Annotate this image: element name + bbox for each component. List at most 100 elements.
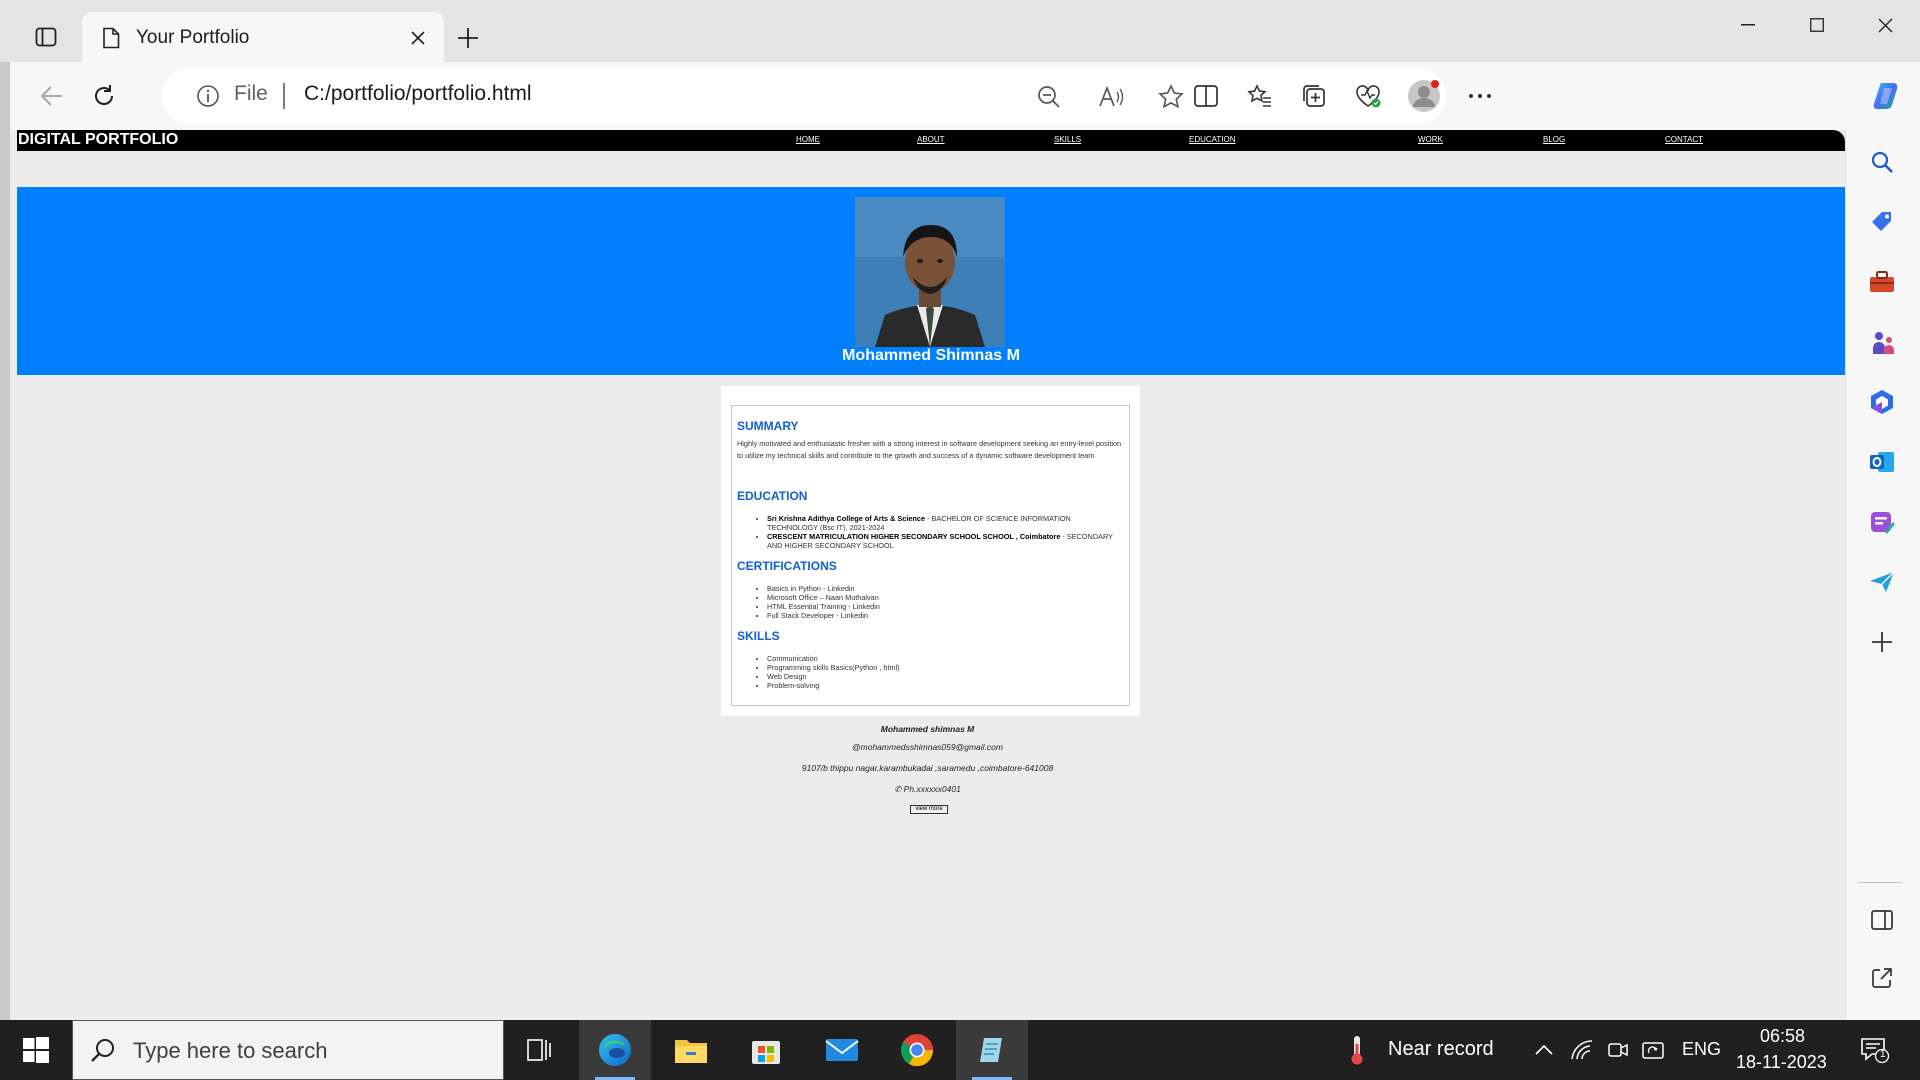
summary-text: Highly motivated and enthusiastic freshe…	[737, 439, 1122, 460]
tab-actions-icon[interactable]	[30, 22, 62, 52]
hero-banner: Mohammed Shimnas M	[17, 187, 1845, 375]
show-hidden-icons-chevron-icon[interactable]	[1530, 1036, 1558, 1064]
hero-name: Mohammed Shimnas M	[842, 347, 1020, 364]
browser-tab[interactable]: Your Portfolio	[82, 12, 444, 64]
skill-item: Communication	[767, 654, 1122, 663]
nav-link-contact[interactable]: CONTACT	[1665, 135, 1703, 144]
certification-item: Basics in Python - Linkedin	[767, 584, 1122, 593]
close-window-icon[interactable]	[1851, 0, 1920, 50]
windows-start-icon[interactable]	[0, 1020, 72, 1080]
sidebar-tools-icon[interactable]	[1864, 264, 1900, 300]
notifications-count: 1	[1880, 1049, 1886, 1060]
sidebar-divider	[1858, 882, 1902, 883]
education-item: CRESCENT MATRICULATION HIGHER SECONDARY …	[767, 532, 1122, 550]
resume-card-inner: SUMMARY Highly motivated and enthusiasti…	[731, 405, 1130, 706]
wifi-icon[interactable]	[1568, 1036, 1596, 1064]
certification-item: Full Stack Developer - Linkedin	[767, 611, 1122, 620]
summary-title: SUMMARY	[737, 419, 799, 433]
taskbar-mail-icon[interactable]	[806, 1020, 878, 1080]
weather-text[interactable]: Near record	[1388, 1038, 1494, 1061]
minimize-icon[interactable]	[1713, 0, 1782, 50]
page-viewport: DIGITAL PORTFOLIO HOME ABOUT SKILLS EDUC…	[10, 130, 1845, 1020]
skill-item: Programming skills Basics(Python , html)	[767, 663, 1122, 672]
sidebar-search-icon[interactable]	[1864, 144, 1900, 180]
sidebar-hide-icon[interactable]	[1864, 902, 1900, 938]
profile-photo	[855, 197, 1005, 347]
taskbar-notepad-icon[interactable]	[956, 1020, 1028, 1080]
sidebar-add-icon[interactable]	[1864, 624, 1900, 660]
taskbar-search-box[interactable]: Type here to search	[72, 1020, 504, 1080]
sidebar-games-icon[interactable]	[1864, 324, 1900, 360]
page-icon	[100, 26, 122, 50]
taskbar-edge-icon[interactable]	[579, 1020, 651, 1080]
site-logo: DIGITAL PORTFOLIO	[18, 131, 179, 148]
favorite-star-icon[interactable]	[1156, 82, 1186, 112]
skills-title: SKILLS	[737, 629, 780, 643]
notifications-icon[interactable]: 1	[1858, 1036, 1892, 1064]
meet-now-icon[interactable]	[1604, 1036, 1632, 1064]
taskbar-store-icon[interactable]	[730, 1020, 802, 1080]
weather-thermometer-icon[interactable]	[1342, 1036, 1372, 1065]
skill-item: Problem-solving	[767, 681, 1122, 690]
resume-card: SUMMARY Highly motivated and enthusiasti…	[721, 386, 1140, 716]
browser-titlebar: Your Portfolio	[0, 0, 1920, 64]
battery-sync-icon[interactable]	[1640, 1036, 1668, 1064]
certifications-title: CERTIFICATIONS	[737, 559, 837, 573]
sidebar-designer-icon[interactable]	[1864, 504, 1900, 540]
collections-icon[interactable]	[1296, 78, 1332, 114]
nav-link-about[interactable]: ABOUT	[917, 135, 945, 144]
new-tab-icon[interactable]	[450, 20, 486, 56]
nav-link-work[interactable]: WORK	[1418, 135, 1443, 144]
favorites-icon[interactable]	[1242, 78, 1278, 114]
back-arrow-icon[interactable]	[34, 78, 70, 114]
search-placeholder: Type here to search	[133, 1038, 328, 1063]
sidebar-shopping-icon[interactable]	[1864, 204, 1900, 240]
edge-sidebar	[1845, 130, 1920, 1020]
nav-link-blog[interactable]: BLOG	[1543, 135, 1565, 144]
certification-item: Microsoft Office – Naan Muthalvan	[767, 593, 1122, 602]
taskbar-chrome-icon[interactable]	[881, 1020, 953, 1080]
sidebar-send-icon[interactable]	[1864, 564, 1900, 600]
search-icon	[89, 1037, 117, 1065]
sidebar-microsoft365-icon[interactable]	[1864, 384, 1900, 420]
browser-essentials-icon[interactable]	[1350, 78, 1386, 114]
education-list: Sri Krishna Adithya College of Arts & Sc…	[767, 514, 1122, 550]
contact-email: @mohammedsshimnas059@gmail.com	[852, 742, 1003, 752]
read-aloud-icon[interactable]	[1096, 82, 1126, 112]
tab-close-icon[interactable]	[402, 22, 434, 54]
nav-link-home[interactable]: HOME	[796, 135, 820, 144]
education-item: Sri Krishna Adithya College of Arts & Sc…	[767, 514, 1122, 532]
language-indicator[interactable]: ENG	[1682, 1039, 1721, 1060]
site-navbar: DIGITAL PORTFOLIO HOME ABOUT SKILLS EDUC…	[17, 130, 1845, 151]
address-separator	[283, 83, 285, 109]
split-screen-icon[interactable]	[1188, 78, 1224, 114]
taskbar-file-explorer-icon[interactable]	[655, 1020, 727, 1080]
copilot-icon[interactable]	[1870, 78, 1906, 114]
contact-name: Mohammed shimnas M	[880, 724, 975, 734]
skills-list: Communication Programming skills Basics(…	[767, 654, 1122, 690]
windows-taskbar: Type here to search Near record ENG 06:5…	[0, 1020, 1920, 1080]
sidebar-external-link-icon[interactable]	[1864, 960, 1900, 996]
browser-toolbar: File C:/portfolio/portfolio.html	[10, 62, 1920, 130]
maximize-icon[interactable]	[1782, 0, 1851, 50]
view-more-button[interactable]: view more	[910, 805, 948, 814]
address-url[interactable]: C:/portfolio/portfolio.html	[304, 82, 532, 106]
sidebar-outlook-icon[interactable]	[1864, 444, 1900, 480]
nav-link-skills[interactable]: SKILLS	[1054, 135, 1081, 144]
task-view-icon[interactable]	[504, 1020, 576, 1080]
zoom-out-icon[interactable]	[1034, 82, 1064, 112]
tab-title: Your Portfolio	[136, 27, 250, 48]
certification-item: HTML Essential Training - Linkedin	[767, 602, 1122, 611]
certifications-list: Basics in Python - Linkedin Microsoft Of…	[767, 584, 1122, 620]
profile-avatar-icon[interactable]	[1406, 78, 1442, 114]
education-title: EDUCATION	[737, 489, 808, 503]
nav-link-education[interactable]: EDUCATION	[1189, 135, 1236, 144]
skill-item: Web Design	[767, 672, 1122, 681]
clock-time[interactable]: 06:58	[1760, 1026, 1805, 1047]
refresh-icon[interactable]	[86, 78, 122, 114]
contact-phone: ✆ Ph.xxxxxx0401	[894, 784, 961, 794]
clock-date[interactable]: 18-11-2023	[1736, 1052, 1827, 1073]
address-scheme: File	[234, 82, 268, 105]
more-options-icon[interactable]	[1462, 78, 1498, 114]
site-info-icon[interactable]	[196, 84, 220, 108]
